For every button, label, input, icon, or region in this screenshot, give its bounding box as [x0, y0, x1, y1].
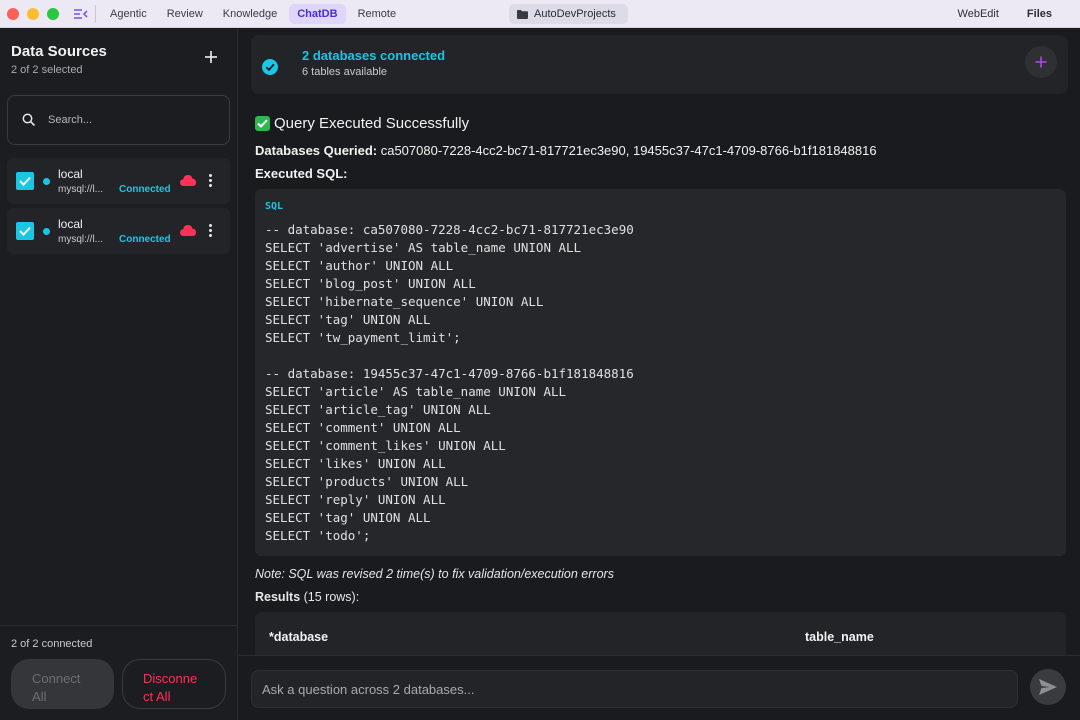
cloud-icon: [180, 175, 196, 186]
check-mark-icon: [255, 116, 270, 131]
connection-status: Connected: [119, 234, 171, 245]
more-options-icon[interactable]: [205, 172, 215, 188]
databases-queried: Databases Queried: ca507080-7228-4cc2-bc…: [255, 143, 877, 158]
tab-review[interactable]: Review: [159, 4, 211, 24]
column-header-database[interactable]: *database: [269, 630, 328, 644]
results-label: Results: [255, 590, 301, 604]
data-source-item[interactable]: local mysql://l... Connected: [7, 158, 230, 204]
minimize-window-button[interactable]: [27, 7, 39, 20]
plus-icon: [1035, 56, 1047, 68]
checkmark-icon: [19, 176, 31, 186]
tab-knowledge[interactable]: Knowledge: [215, 4, 285, 24]
results-count: (15 rows):: [300, 590, 360, 604]
tab-chatdb[interactable]: ChatDB: [289, 3, 346, 24]
question-input[interactable]: [251, 670, 1018, 708]
add-data-source-button[interactable]: [202, 49, 220, 67]
tab-agentic[interactable]: Agentic: [102, 4, 155, 24]
divider: [0, 625, 238, 626]
column-header-table-name[interactable]: table_name: [805, 630, 874, 644]
connection-status: Connected: [119, 184, 171, 195]
checkmark-icon: [19, 226, 31, 236]
results-table-header: *database table_name: [255, 612, 1066, 655]
data-source-checkbox[interactable]: [16, 172, 34, 190]
plus-icon: [205, 51, 217, 63]
project-selector[interactable]: AutoDevProjects: [509, 4, 628, 24]
maximize-window-button[interactable]: [47, 7, 59, 20]
folder-icon: [517, 9, 528, 19]
connect-all-button[interactable]: Connect All: [11, 659, 114, 709]
databases-value: ca507080-7228-4cc2-bc71-817721ec3e90, 19…: [377, 143, 877, 158]
search-input[interactable]: [48, 114, 208, 126]
result-heading: Query Executed Successfully: [255, 115, 469, 132]
window-controls: [7, 7, 59, 20]
results-heading: Results (15 rows):: [255, 590, 359, 604]
banner-subtitle: 6 tables available: [302, 66, 388, 78]
data-sources-sidebar: Data Sources 2 of 2 selected local mysql…: [0, 29, 238, 720]
tab-remote[interactable]: Remote: [350, 4, 405, 24]
connected-count: 2 of 2 connected: [11, 638, 93, 650]
add-database-button[interactable]: [1025, 46, 1057, 78]
data-source-checkbox[interactable]: [16, 222, 34, 240]
connect-all-label-line2: All: [32, 689, 47, 704]
selection-count: 2 of 2 selected: [11, 64, 83, 76]
executed-sql-label: Executed SQL:: [255, 166, 348, 181]
result-title: Query Executed Successfully: [274, 115, 470, 132]
cloud-icon: [180, 225, 196, 236]
send-button[interactable]: [1030, 669, 1066, 705]
check-circle-icon: [262, 59, 278, 75]
connect-all-label-line1: Connect: [32, 671, 81, 686]
disconnect-all-label-line1: Disconne: [143, 671, 198, 686]
data-source-name: local: [58, 217, 83, 231]
chat-main: 2 databases connected 6 tables available…: [239, 29, 1080, 720]
data-source-url: mysql://l...: [58, 184, 104, 195]
divider: [95, 4, 96, 23]
data-source-name: local: [58, 167, 83, 181]
data-source-item[interactable]: local mysql://l... Connected: [7, 208, 230, 254]
disconnect-all-label-line2: ct All: [143, 689, 171, 704]
top-tabs: Agentic Review Knowledge ChatDB Remote: [102, 3, 405, 24]
webedit-button[interactable]: WebEdit: [958, 8, 999, 20]
search-box[interactable]: [7, 95, 230, 145]
connection-banner: 2 databases connected 6 tables available: [251, 35, 1068, 94]
title-bar: Agentic Review Knowledge ChatDB Remote A…: [0, 0, 1080, 28]
message-area: Query Executed Successfully Databases Qu…: [239, 99, 1080, 655]
sql-code-block: SQL -- database: ca507080-7228-4cc2-bc71…: [255, 189, 1066, 556]
project-name: AutoDevProjects: [534, 8, 616, 20]
code-language: SQL: [265, 201, 284, 212]
sql-code: -- database: ca507080-7228-4cc2-bc71-817…: [265, 222, 634, 543]
disconnect-all-button[interactable]: Disconne ct All: [122, 659, 226, 709]
data-source-url: mysql://l...: [58, 234, 104, 245]
status-dot: [43, 178, 50, 185]
files-button[interactable]: Files: [1027, 8, 1052, 20]
close-window-button[interactable]: [7, 7, 19, 20]
revision-note: Note: SQL was revised 2 time(s) to fix v…: [255, 567, 614, 581]
search-icon: [22, 113, 36, 127]
status-dot: [43, 228, 50, 235]
banner-title: 2 databases connected: [302, 48, 446, 63]
sidebar-toggle-icon[interactable]: [73, 7, 89, 21]
divider: [239, 655, 1080, 656]
send-icon: [1039, 679, 1057, 695]
databases-label: Databases Queried:: [255, 143, 378, 158]
sidebar-title: Data Sources: [11, 43, 107, 60]
more-options-icon[interactable]: [205, 222, 215, 238]
